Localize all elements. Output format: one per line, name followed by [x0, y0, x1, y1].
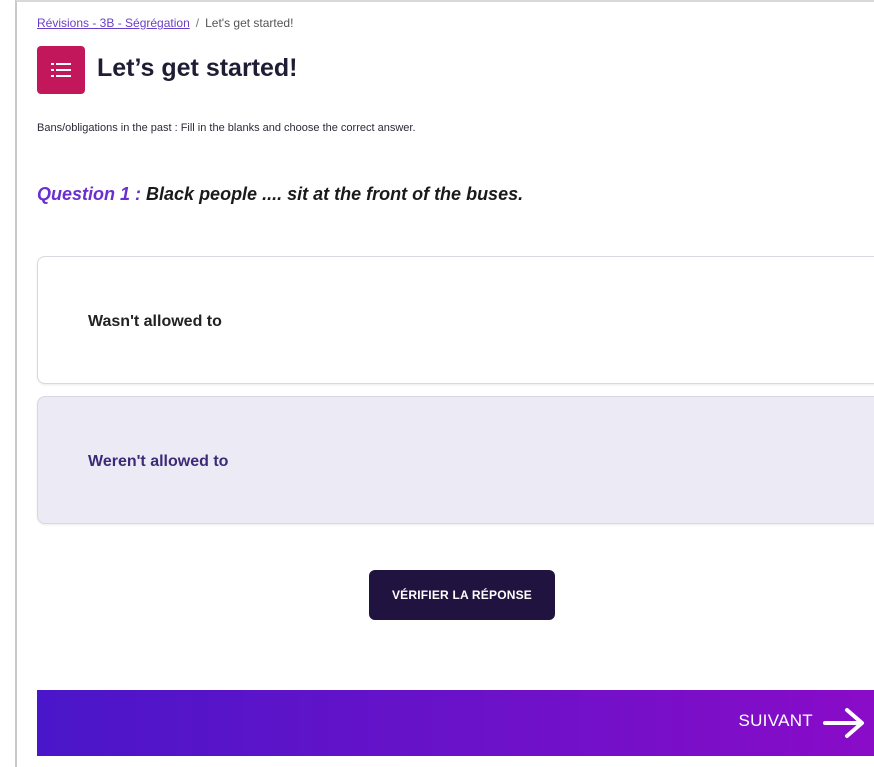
instruction-text: Bans/obligations in the past : Fill in t… — [37, 122, 416, 134]
arrow-right-icon — [823, 706, 867, 745]
answer-option-label: Weren't allowed to — [88, 453, 229, 470]
question-text: Question 1 : Black people .... sit at th… — [37, 184, 523, 205]
page-title: Let’s get started! — [97, 54, 298, 82]
verify-answer-button[interactable]: VÉRIFIER LA RÉPONSE — [369, 570, 555, 620]
content-panel: Révisions - 3B - Ségrégation / Let's get s… — [15, 0, 874, 767]
question-label: Question 1 : — [37, 184, 142, 204]
list-icon — [37, 46, 85, 94]
breadcrumb: Révisions - 3B - Ségrégation / Let's get s… — [37, 16, 293, 30]
question-body: Black people .... sit at the front of th… — [146, 184, 524, 204]
next-label: SUIVANT — [738, 711, 813, 730]
breadcrumb-separator: / — [195, 16, 200, 30]
breadcrumb-current: Let's get started! — [205, 16, 294, 30]
answer-option-1[interactable]: Wasn't allowed to — [37, 256, 874, 384]
answer-option-label: Wasn't allowed to — [88, 313, 222, 330]
answer-option-2[interactable]: Weren't allowed to — [37, 396, 874, 524]
breadcrumb-link-parent[interactable]: Révisions - 3B - Ségrégation — [37, 16, 190, 30]
next-button[interactable]: SUIVANT — [37, 690, 874, 756]
